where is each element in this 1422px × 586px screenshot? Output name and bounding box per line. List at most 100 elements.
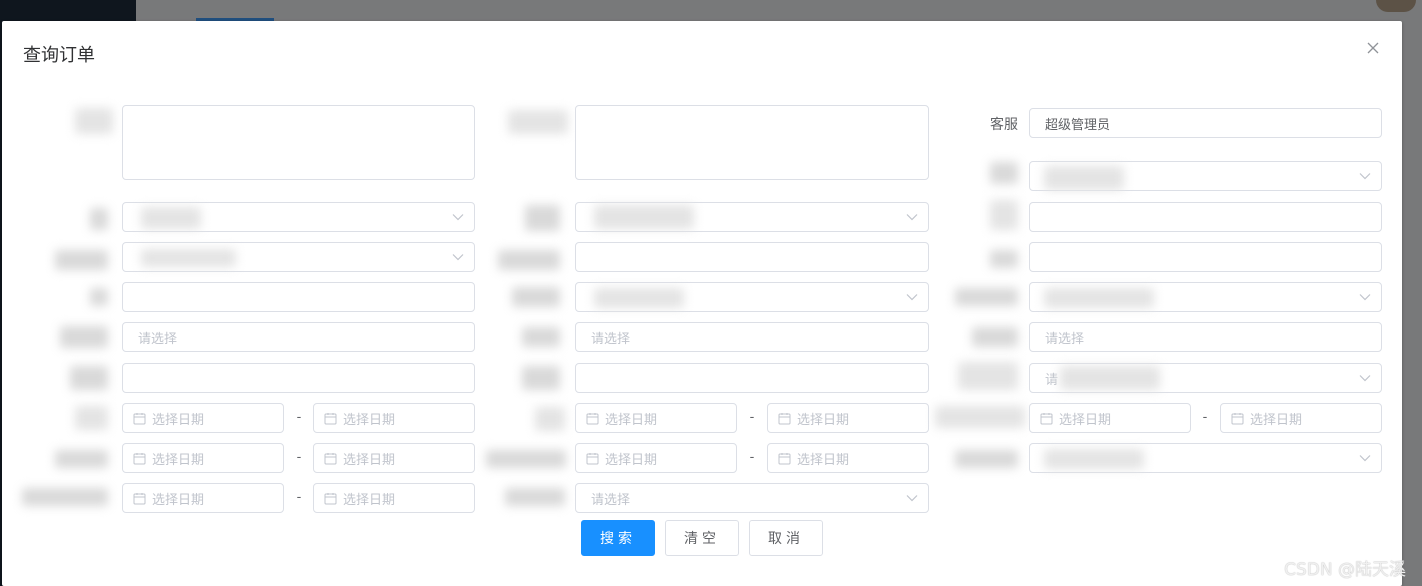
chevron-down-icon — [1359, 375, 1371, 382]
watermark: CSDN @陆天溪 — [1284, 560, 1406, 580]
end-date-picker-5[interactable]: 选择日期 — [767, 443, 929, 473]
range-separator: - — [296, 450, 302, 465]
redacted-label — [958, 362, 1018, 390]
placeholder-text: 选择日期 — [797, 452, 850, 468]
redacted-value — [594, 205, 694, 229]
customer-service-value: 超级管理员 — [1045, 117, 1111, 133]
start-date-picker-2[interactable]: 选择日期 — [122, 443, 284, 473]
calendar-icon — [324, 452, 337, 464]
input-field-6[interactable] — [1029, 242, 1382, 272]
redacted-label — [525, 205, 560, 231]
input-field-3[interactable] — [575, 242, 929, 272]
chevron-down-icon — [1359, 173, 1371, 180]
textarea-field-1[interactable] — [122, 105, 475, 180]
select-field-8[interactable] — [1029, 161, 1382, 191]
customer-service-input[interactable]: 超级管理员 — [1029, 108, 1382, 138]
placeholder-text: 选择日期 — [343, 412, 396, 428]
input-field-2[interactable] — [122, 363, 475, 393]
redacted-label — [486, 450, 566, 468]
calendar-icon — [133, 492, 146, 504]
placeholder-text: 选择日期 — [152, 452, 205, 468]
calendar-icon — [586, 452, 599, 464]
placeholder-text: 选择日期 — [797, 412, 850, 428]
redacted-label — [508, 110, 568, 134]
placeholder-text: 选择日期 — [343, 492, 396, 508]
calendar-icon — [586, 412, 599, 424]
end-date-picker-1[interactable]: 选择日期 — [313, 403, 475, 433]
placeholder-text: 选择日期 — [1250, 412, 1303, 428]
customer-service-label: 客服 — [990, 117, 1018, 133]
select-field-3[interactable]: 请选择 — [122, 322, 475, 352]
select-field-12[interactable] — [1029, 443, 1382, 473]
redacted-label — [522, 366, 560, 390]
placeholder-text: 选择日期 — [605, 412, 658, 428]
redacted-label — [90, 208, 108, 230]
start-date-picker-4[interactable]: 选择日期 — [575, 403, 737, 433]
input-field-4[interactable] — [575, 363, 929, 393]
end-date-picker-4[interactable]: 选择日期 — [767, 403, 929, 433]
redacted-label — [505, 488, 565, 506]
placeholder-text: 选择日期 — [605, 452, 658, 468]
chevron-down-icon — [906, 214, 918, 221]
redacted-label — [935, 406, 1025, 428]
select-field-11[interactable]: 请 — [1029, 363, 1382, 393]
redacted-label — [990, 200, 1018, 230]
select-field-6[interactable]: 请选择 — [575, 322, 929, 352]
redacted-value — [594, 288, 684, 308]
redacted-label — [522, 327, 560, 347]
calendar-icon — [1040, 412, 1053, 424]
placeholder-text: 请选择 — [591, 492, 631, 508]
textarea-field-2[interactable] — [575, 105, 929, 180]
redacted-label — [22, 488, 108, 506]
select-field-2[interactable] — [122, 242, 475, 272]
range-separator: - — [1202, 410, 1208, 425]
search-button[interactable]: 搜索 — [581, 520, 655, 556]
calendar-icon — [1231, 412, 1244, 424]
redacted-value — [1044, 449, 1144, 469]
redacted-value — [1044, 288, 1154, 308]
range-separator: - — [749, 410, 755, 425]
chevron-down-icon — [452, 254, 464, 261]
select-field-7[interactable]: 请选择 — [575, 483, 929, 513]
redacted-label — [75, 406, 108, 430]
placeholder-text: 选择日期 — [152, 492, 205, 508]
redacted-label — [55, 250, 108, 270]
redacted-label — [55, 450, 108, 468]
placeholder-text: 选择日期 — [1059, 412, 1112, 428]
chevron-down-icon — [1359, 294, 1371, 301]
cancel-button[interactable]: 取消 — [749, 520, 823, 556]
redacted-label — [75, 108, 113, 134]
range-separator: - — [296, 410, 302, 425]
start-date-picker-5[interactable]: 选择日期 — [575, 443, 737, 473]
calendar-icon — [324, 412, 337, 424]
select-field-9[interactable] — [1029, 282, 1382, 312]
placeholder-text: 选择日期 — [152, 412, 205, 428]
select-field-1[interactable] — [122, 202, 475, 232]
select-field-5[interactable] — [575, 282, 929, 312]
close-icon[interactable] — [1364, 39, 1382, 57]
chevron-down-icon — [906, 495, 918, 502]
redacted-label — [972, 327, 1018, 347]
redacted-value — [141, 249, 236, 267]
start-date-picker-1[interactable]: 选择日期 — [122, 403, 284, 433]
chevron-down-icon — [906, 294, 918, 301]
redacted-label — [955, 450, 1018, 468]
clear-button[interactable]: 清空 — [665, 520, 739, 556]
placeholder-text: 请选择 — [138, 331, 178, 347]
start-date-picker-3[interactable]: 选择日期 — [122, 483, 284, 513]
redacted-label — [60, 326, 108, 348]
input-field-1[interactable] — [122, 282, 475, 312]
calendar-icon — [324, 492, 337, 504]
end-date-picker-6[interactable]: 选择日期 — [1220, 403, 1382, 433]
select-field-4[interactable] — [575, 202, 929, 232]
end-date-picker-2[interactable]: 选择日期 — [313, 443, 475, 473]
redacted-label — [535, 407, 565, 431]
end-date-picker-3[interactable]: 选择日期 — [313, 483, 475, 513]
redacted-label — [90, 288, 108, 306]
redacted-label — [990, 250, 1018, 268]
start-date-picker-6[interactable]: 选择日期 — [1029, 403, 1191, 433]
range-separator: - — [749, 450, 755, 465]
input-field-5[interactable] — [1029, 202, 1382, 232]
select-field-10[interactable]: 请选择 — [1029, 322, 1382, 352]
redacted-label — [498, 250, 560, 270]
